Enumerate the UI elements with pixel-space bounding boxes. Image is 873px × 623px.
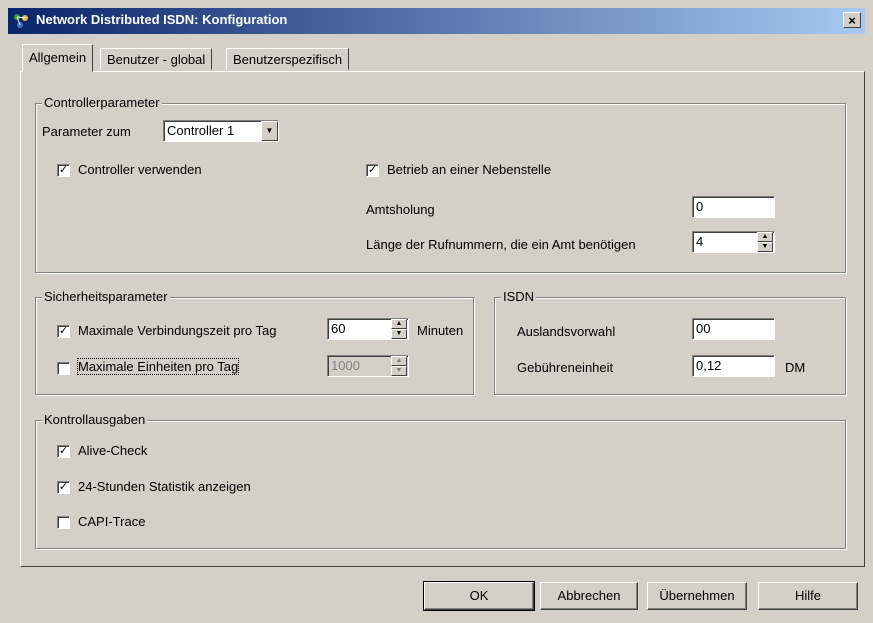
controller-group-legend: Controllerparameter — [42, 95, 162, 110]
gebuehreneinheit-value: 0,12 — [696, 358, 722, 373]
help-button-label: Hilfe — [794, 588, 821, 603]
ok-button-label: OK — [469, 588, 489, 603]
check-icon: ✓ — [367, 164, 378, 176]
isdn-group: ISDN — [494, 289, 846, 395]
gebuehreneinheit-label: Gebühreneinheit — [517, 360, 614, 375]
amtsholung-label: Amtsholung — [366, 202, 435, 217]
number-length-label: Länge der Rufnummern, die ein Amt benöti… — [366, 237, 636, 252]
security-group: Sicherheitsparameter — [35, 289, 474, 395]
max-units-checkbox[interactable] — [57, 362, 70, 375]
capi-trace-checkbox[interactable] — [57, 516, 70, 529]
spin-down-icon[interactable]: ▼ — [757, 242, 773, 252]
number-length-spin[interactable]: ▲ ▼ — [757, 232, 773, 252]
ok-button[interactable]: OK — [423, 581, 535, 611]
max-time-unit: Minuten — [417, 323, 464, 338]
max-units-value: 1000 — [331, 358, 360, 373]
extension-label: Betrieb an einer Nebenstelle — [387, 162, 552, 177]
cancel-button-label: Abbrechen — [557, 588, 621, 603]
tab-label: Benutzer - global — [107, 52, 206, 67]
statistics-label: 24-Stunden Statistik anzeigen — [78, 479, 251, 494]
apply-button-label: Übernehmen — [659, 588, 735, 603]
max-time-spin[interactable]: ▲ ▼ — [391, 319, 407, 339]
gebuehreneinheit-input[interactable]: 0,12 — [692, 355, 775, 377]
spin-down-icon[interactable]: ▼ — [391, 329, 407, 339]
cancel-button[interactable]: Abbrechen — [540, 582, 638, 610]
currency-unit: DM — [785, 360, 806, 375]
config-dialog: Network Distributed ISDN: Konfiguration … — [0, 0, 873, 623]
tab-label: Allgemein — [29, 50, 87, 65]
max-units-label: Maximale Einheiten pro Tag — [76, 358, 240, 375]
check-icon: ✓ — [58, 164, 69, 176]
max-time-label: Maximale Verbindungszeit pro Tag — [78, 323, 277, 338]
use-controller-label: Controller verwenden — [78, 162, 202, 177]
title-bar[interactable]: Network Distributed ISDN: Konfiguration … — [8, 8, 865, 34]
alive-check-label: Alive-Check — [78, 443, 148, 458]
alive-check-checkbox[interactable]: ✓ — [57, 445, 70, 458]
spin-down-icon[interactable]: ▼ — [391, 366, 407, 376]
controller-select-value: Controller 1 — [167, 123, 235, 138]
help-button[interactable]: Hilfe — [758, 582, 858, 610]
number-length-value: 4 — [696, 234, 704, 249]
close-icon: × — [848, 13, 856, 28]
tab-benutzerspezifisch[interactable]: Benutzerspezifisch — [226, 48, 350, 70]
apply-button[interactable]: Übernehmen — [647, 582, 747, 610]
auslandsvorwahl-input[interactable]: 00 — [692, 318, 775, 340]
check-icon: ✓ — [58, 481, 69, 493]
parameter-label: Parameter zum — [42, 124, 131, 139]
extension-checkbox[interactable]: ✓ — [366, 164, 379, 177]
combo-arrow-glyph: ▼ — [265, 126, 274, 135]
control-output-legend: Kontrollausgaben — [42, 412, 148, 427]
network-app-icon — [14, 14, 28, 28]
statistics-checkbox[interactable]: ✓ — [57, 481, 70, 494]
spin-up-icon[interactable]: ▲ — [391, 356, 407, 366]
capi-trace-label: CAPI-Trace — [78, 514, 146, 529]
max-units-spin[interactable]: ▲ ▼ — [391, 356, 407, 376]
tab-benutzer-global[interactable]: Benutzer - global — [100, 48, 213, 70]
security-group-legend: Sicherheitsparameter — [42, 289, 170, 304]
auslandsvorwahl-value: 00 — [696, 321, 711, 336]
tab-allgemein[interactable]: Allgemein — [22, 44, 94, 72]
use-controller-checkbox[interactable]: ✓ — [57, 164, 70, 177]
max-time-value: 60 — [331, 321, 346, 336]
amtsholung-value: 0 — [696, 199, 704, 214]
max-time-checkbox[interactable]: ✓ — [57, 325, 70, 338]
close-button[interactable]: × — [843, 12, 861, 28]
spin-up-icon[interactable]: ▲ — [391, 319, 407, 329]
window-title: Network Distributed ISDN: Konfiguration — [36, 12, 288, 27]
tab-label: Benutzerspezifisch — [233, 52, 343, 67]
amtsholung-input[interactable]: 0 — [692, 196, 775, 218]
check-icon: ✓ — [58, 445, 69, 457]
chevron-down-icon[interactable]: ▼ — [261, 121, 278, 141]
check-icon: ✓ — [58, 325, 69, 337]
spin-up-icon[interactable]: ▲ — [757, 232, 773, 242]
auslandsvorwahl-label: Auslandsvorwahl — [517, 324, 616, 339]
isdn-group-legend: ISDN — [501, 289, 537, 304]
